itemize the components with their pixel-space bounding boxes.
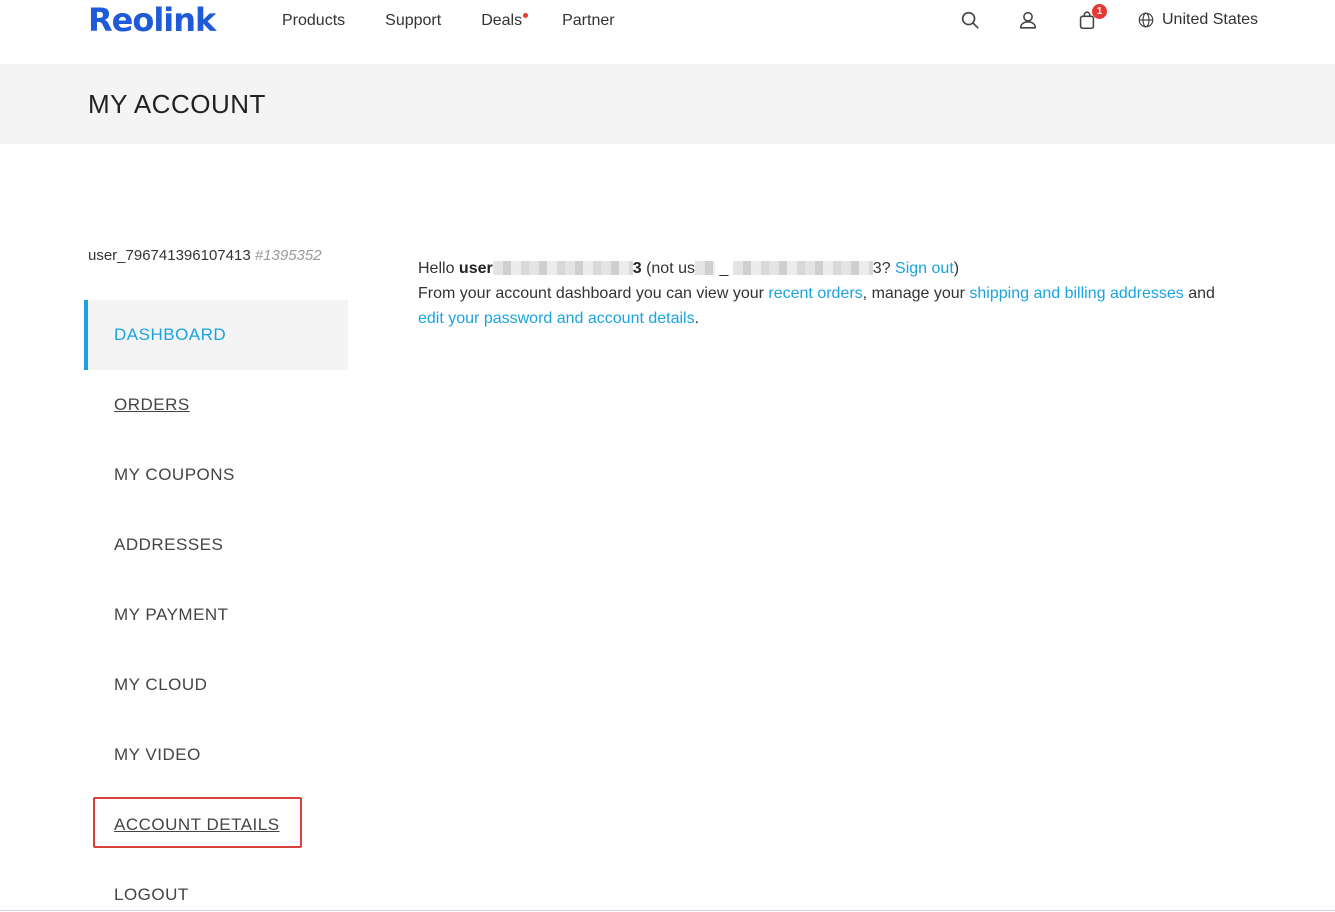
bottom-divider	[0, 910, 1335, 911]
region-label: United States	[1162, 11, 1259, 28]
recent-orders-link[interactable]: recent orders	[768, 285, 862, 302]
hello-line: Hello user 3 (not us _ 3? Sign out)	[418, 260, 960, 277]
deals-notification-dot	[523, 13, 529, 18]
sign-out-link[interactable]: Sign out	[895, 260, 954, 277]
sidebar-item-my-coupons[interactable]: MY COUPONS	[84, 440, 348, 510]
sidebar-item-label: MY COUPONS	[114, 465, 235, 484]
close-paren: )	[953, 260, 960, 277]
sidebar-item-dashboard[interactable]: DASHBOARD	[84, 300, 348, 370]
globe-icon	[1138, 12, 1154, 28]
dashboard-text-2: , manage your	[862, 285, 965, 302]
sidebar-item-label: MY CLOUD	[114, 675, 208, 694]
dashboard-text-3: and	[1188, 285, 1215, 302]
main-nav: Products Support Deals Partner	[282, 11, 655, 31]
sidebar-item-label: MY PAYMENT	[114, 605, 229, 624]
account-details-link[interactable]: edit your password and account details	[418, 310, 695, 327]
sidebar-item-logout[interactable]: LOGOUT	[84, 860, 348, 912]
reolink-logo[interactable]: Reolink	[88, 2, 216, 38]
redacted-name-part	[695, 261, 715, 275]
page-title: MY ACCOUNT	[88, 89, 266, 119]
account-sidebar-menu: DASHBOARD ORDERS MY COUPONS ADDRESSES MY…	[84, 300, 348, 912]
redacted-username	[492, 261, 633, 275]
hello-text: Hello	[418, 260, 455, 277]
dashboard-description: From your account dashboard you can view…	[418, 281, 1238, 331]
sidebar-item-label: ACCOUNT DETAILS	[114, 815, 280, 834]
dashboard-content: Hello user 3 (not us _ 3? Sign out) From …	[418, 256, 1238, 331]
nav-support[interactable]: Support	[385, 11, 441, 31]
sidebar-item-my-cloud[interactable]: MY CLOUD	[84, 650, 348, 720]
account-username: user_796741396107413 #1395352	[88, 247, 322, 265]
dashboard-text-1: From your account dashboard you can view…	[418, 285, 764, 302]
not-user-suffix: 3?	[872, 260, 891, 277]
sidebar-item-label: DASHBOARD	[114, 325, 227, 344]
search-icon[interactable]	[959, 9, 981, 31]
nav-deals-label: Deals	[481, 12, 523, 29]
sidebar-item-account-details[interactable]: ACCOUNT DETAILS	[84, 790, 348, 860]
sidebar-item-my-video[interactable]: MY VIDEO	[84, 720, 348, 790]
sidebar-item-label: ADDRESSES	[114, 535, 224, 554]
username-prefix: user	[458, 260, 493, 277]
sidebar-item-label: ORDERS	[114, 395, 190, 414]
region-selector[interactable]: United States	[1137, 10, 1258, 30]
redacted-name-part-2	[732, 261, 873, 275]
nav-deals[interactable]: Deals	[481, 11, 529, 31]
nav-support-label: Support	[385, 12, 442, 29]
nav-products-label: Products	[282, 12, 346, 29]
user-number: #1395352	[254, 247, 322, 264]
sidebar-item-orders[interactable]: ORDERS	[84, 370, 348, 440]
user-icon[interactable]	[1017, 9, 1039, 31]
greeting-username: user 3	[459, 260, 642, 277]
not-user-prefix: (not us	[646, 260, 695, 277]
title-bar: MY ACCOUNT	[0, 64, 1335, 144]
page: Reolink Products Support Deals Partner 1…	[0, 0, 1335, 912]
sidebar-item-label: MY VIDEO	[114, 745, 201, 764]
nav-partner-label: Partner	[562, 12, 615, 29]
username-suffix: 3	[632, 260, 642, 277]
sidebar-item-addresses[interactable]: ADDRESSES	[84, 510, 348, 580]
sidebar-item-my-payment[interactable]: MY PAYMENT	[84, 580, 348, 650]
sidebar-item-label: LOGOUT	[114, 885, 189, 904]
cart-count-badge: 1	[1092, 4, 1107, 19]
addresses-link[interactable]: shipping and billing addresses	[969, 285, 1183, 302]
site-header: Reolink Products Support Deals Partner 1…	[0, 0, 1335, 64]
username-text: user_796741396107413	[88, 247, 251, 264]
nav-products[interactable]: Products	[282, 11, 345, 31]
nav-partner[interactable]: Partner	[562, 11, 614, 31]
period: .	[694, 310, 700, 327]
